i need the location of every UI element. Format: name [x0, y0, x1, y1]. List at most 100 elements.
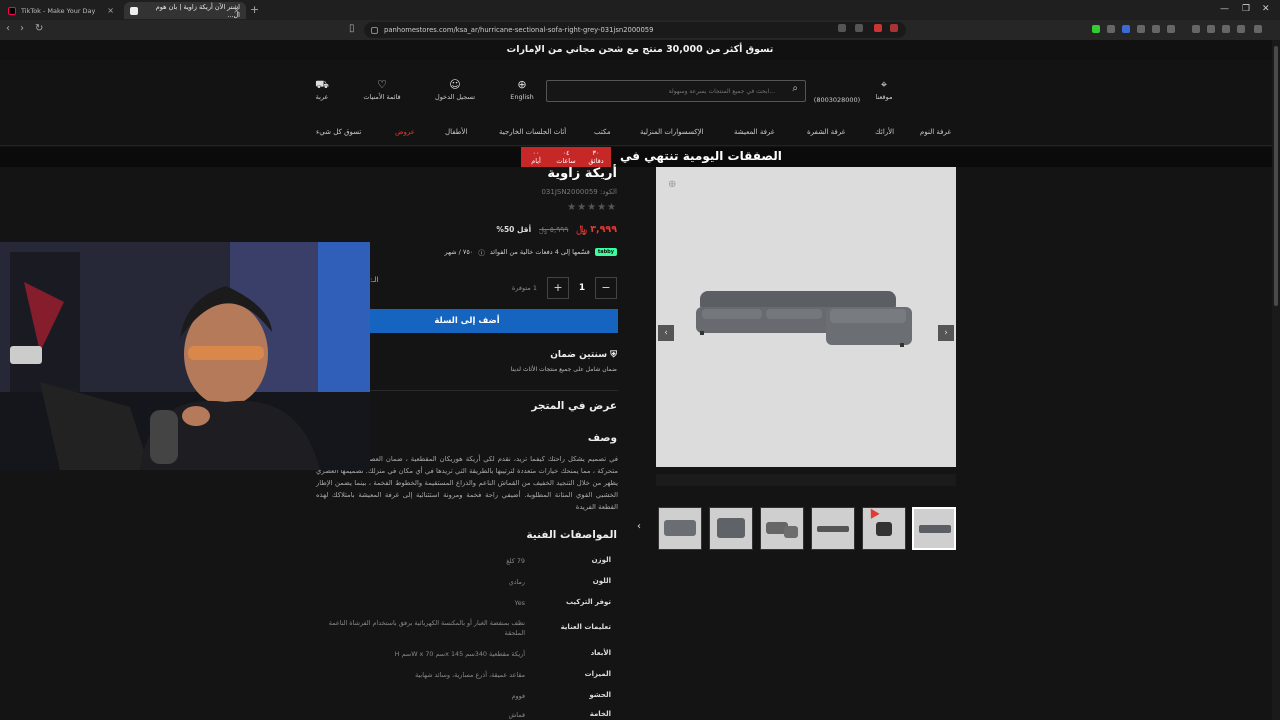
cart-icon: ⛟: [315, 78, 329, 91]
site-info-icon[interactable]: [371, 26, 378, 34]
price-row: ٣,٩٩٩ ﷼ ٥,٩٩٩ ﷼ أقل 50%: [496, 224, 617, 235]
bookmark-icon[interactable]: ▯: [349, 23, 355, 34]
extension-icon[interactable]: [1092, 25, 1100, 33]
nav-item-dining[interactable]: غرفة الشفرة: [807, 128, 845, 136]
qty-value[interactable]: 1: [569, 283, 595, 293]
tab-title: اشتر الآن أريكة زاوية | بان هوم ال...: [155, 2, 240, 19]
nav-item-bedroom[interactable]: غرفة النوم: [920, 128, 951, 136]
view-in-store-link[interactable]: عرض في المتجر: [531, 400, 617, 412]
cart-link[interactable]: ⛟ عربة: [282, 78, 362, 101]
spec-value: رمادي: [508, 578, 525, 586]
extension-icon[interactable]: [1137, 25, 1145, 33]
old-price: ٥,٩٩٩ ﷼: [539, 224, 569, 234]
thumbnails-prev-button[interactable]: ‹: [632, 521, 646, 535]
extension-icon[interactable]: [1107, 25, 1115, 33]
product-sku: الكود: 031JSN2000059: [541, 188, 617, 196]
alert-icon[interactable]: [890, 24, 898, 32]
gallery-thumbnail-active[interactable]: [912, 507, 956, 550]
menu-icon[interactable]: [1254, 25, 1262, 33]
warranty-text: ضمان شامل على جميع منتجات الأثاث لدينا: [510, 366, 617, 373]
share-icon[interactable]: [855, 24, 863, 32]
nav-item-outdoor[interactable]: أثاث الجلسات الخارجية: [499, 128, 566, 136]
tiktok-icon: [8, 6, 16, 15]
site-header: ⌖ موقعنا (8003028000) ⌕ ⊕ English ☺ تسجي…: [0, 60, 1280, 120]
translate-icon[interactable]: [838, 24, 846, 32]
media-icon[interactable]: [1192, 25, 1200, 33]
close-icon[interactable]: ×: [107, 6, 114, 15]
timer-cell: ٠٠ أيام: [531, 149, 541, 165]
gallery-thumbnail[interactable]: [760, 507, 804, 550]
sofa-thumbnail-image: [817, 526, 849, 532]
nav-item-office[interactable]: مكتب: [594, 128, 611, 136]
daily-deals-bar: الصفقات اليومية تنتهي في ٠٠ أيام ٠٤ ساعا…: [0, 147, 1280, 167]
gallery-thumbnail[interactable]: [658, 507, 702, 550]
login-label: تسجيل الدخول: [434, 93, 476, 101]
nav-item-shop-all[interactable]: تسوق كل شيء: [316, 128, 361, 136]
nav-item-kids[interactable]: الأطفال: [445, 128, 467, 136]
sofa-thumbnail-image: [717, 518, 745, 538]
spec-label: الميزات: [584, 670, 611, 678]
tabby-badge: tabby: [594, 248, 617, 256]
page-icon: [130, 6, 138, 15]
language-label: English: [510, 93, 534, 101]
browser-tab[interactable]: TikTok - Make Your Day ×: [2, 2, 120, 19]
warranty-title: ⛨ سنتين ضمان: [550, 350, 617, 360]
downloads-icon[interactable]: [1222, 25, 1230, 33]
gallery-next-button[interactable]: ›: [938, 325, 954, 341]
gallery-thumbnail[interactable]: [709, 507, 753, 550]
product-main-image[interactable]: ⊕ ‹ ›: [656, 167, 956, 467]
cart-label: عربة: [315, 93, 329, 101]
reload-icon[interactable]: ↻: [35, 23, 43, 34]
url-text: panhomestores.com/ksa_ar/hurricane-secti…: [384, 26, 654, 34]
qty-decrease-button[interactable]: −: [595, 277, 617, 299]
spec-value: أريكة مقطعية 340سم x 145سم W x 70سم H: [394, 650, 525, 658]
extension-icon[interactable]: [1122, 25, 1130, 33]
countdown-timer: ٠٠ أيام ٠٤ ساعات ٣٠ دقائق: [521, 147, 611, 167]
nav-item-sofas[interactable]: الأرائك: [875, 128, 894, 136]
category-nav: غرفة النوم الأرائك غرفة الشفرة غرفة المع…: [0, 120, 1280, 146]
forward-icon[interactable]: ›: [20, 23, 24, 34]
extension-icon[interactable]: [1152, 25, 1160, 33]
minimize-icon[interactable]: —: [1220, 4, 1229, 14]
gallery-thumbnail[interactable]: [811, 507, 855, 550]
partial-label: :الـ: [370, 276, 379, 284]
info-icon[interactable]: ⓘ: [478, 247, 485, 257]
login-link[interactable]: ☺ تسجيل الدخول: [415, 78, 495, 101]
qty-increase-button[interactable]: +: [547, 277, 569, 299]
product-title: أريكة زاوية: [547, 166, 617, 181]
search-icon[interactable]: ⌕: [792, 83, 798, 94]
new-tab-icon[interactable]: +: [250, 3, 259, 16]
browser-tab-active[interactable]: اشتر الآن أريكة زاوية | بان هوم ال... ×: [124, 2, 246, 19]
nav-item-living[interactable]: غرفة المعيشة: [734, 128, 774, 136]
zoom-icon[interactable]: ⊕: [668, 179, 676, 190]
user-icon: ☺: [449, 78, 461, 91]
stock-status: 1 متوفرة: [511, 284, 537, 292]
sidebar-icon[interactable]: [1207, 25, 1215, 33]
close-icon[interactable]: ×: [233, 6, 240, 15]
profile-icon[interactable]: [1237, 25, 1245, 33]
scrollbar-thumb[interactable]: [1274, 46, 1278, 306]
shield-icon[interactable]: [874, 24, 882, 32]
address-bar[interactable]: panhomestores.com/ksa_ar/hurricane-secti…: [364, 22, 906, 38]
installment-row[interactable]: tabby قسّمها إلى 4 دفعات خالية من الفوائ…: [445, 247, 617, 257]
sofa-thumbnail-image: [876, 522, 892, 536]
spec-label: الحشو: [589, 691, 611, 699]
extension-icon[interactable]: [1167, 25, 1175, 33]
phone-number[interactable]: (8003028000): [797, 96, 877, 104]
rating-stars[interactable]: ★★★★★: [567, 202, 617, 213]
maximize-icon[interactable]: ❐: [1242, 4, 1250, 14]
warranty-title-text: سنتين ضمان: [550, 350, 608, 360]
sofa-thumbnail-image: [664, 520, 696, 536]
nav-item-offers[interactable]: عروض: [395, 128, 415, 136]
back-icon[interactable]: ‹: [6, 23, 10, 34]
spec-value: نظف بمنفضة الغبار أو بالمكنسة الكهربائية…: [328, 619, 525, 637]
webcam-overlay: [0, 242, 370, 470]
spec-label: الأبعاد: [590, 649, 611, 657]
streamer-webcam-image: [0, 242, 370, 470]
search-input[interactable]: [553, 84, 775, 98]
nav-item-accessories[interactable]: الإكسسوارات المنزلية: [640, 128, 704, 136]
gallery-prev-button[interactable]: ‹: [658, 325, 674, 341]
quantity-stepper: − 1 + 1 متوفرة: [512, 277, 617, 299]
spec-value: Yes: [514, 599, 525, 607]
close-window-icon[interactable]: ✕: [1262, 4, 1270, 14]
